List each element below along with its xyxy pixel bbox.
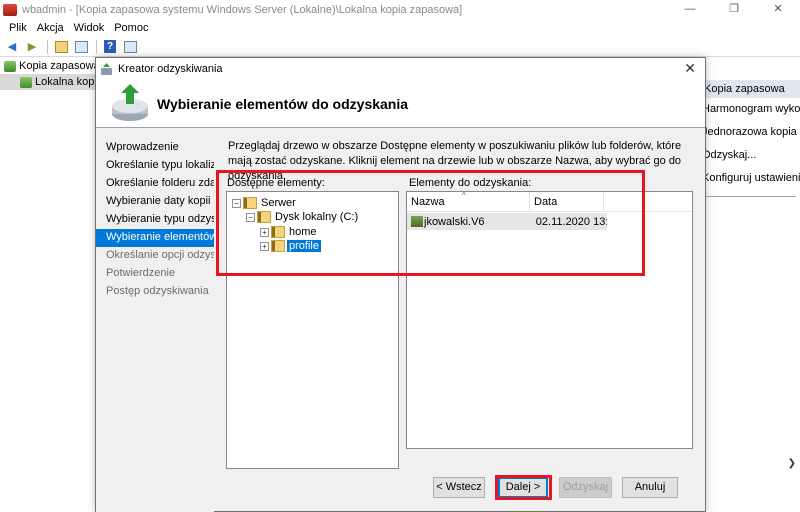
collapse-icon[interactable]: − (246, 212, 255, 222)
items-to-recover-list: Nazwa ^ Data modyfik... jkowalski.V6 02.… (406, 191, 693, 449)
back-arrow-icon[interactable]: ◀ (3, 39, 21, 55)
wizard-content: Przeglądaj drzewo w obszarze Dostępne el… (214, 129, 705, 512)
step-select-items[interactable]: Wybieranie elementów do odzyskania (96, 229, 214, 247)
column-modified[interactable]: Data modyfik... (530, 192, 604, 228)
dialog-title: Kreator odzyskiwania (118, 63, 223, 75)
properties-icon[interactable] (121, 39, 139, 55)
toolbar-separator (96, 39, 97, 54)
list-header: Nazwa ^ Data modyfik... (407, 191, 692, 228)
next-button[interactable]: Dalej > (498, 477, 548, 498)
up-folder-icon[interactable] (52, 39, 70, 55)
wizard-steps: Wprowadzenie Określanie typu lokalizacji… (96, 129, 214, 512)
actions-pane: Kopia zapasowa Harmonogram wykon... Jedn… (700, 58, 800, 512)
tree-node-label: home (289, 226, 317, 238)
toolbar: ◀ ▶ ? (0, 37, 800, 57)
menu-pomoc[interactable]: Pomoc (114, 22, 148, 34)
step-recovery-options: Określanie opcji odzyskiwania (106, 249, 214, 261)
dialog-titlebar: Kreator odzyskiwania ✕ (96, 58, 705, 80)
menu-akcja[interactable]: Akcja (37, 22, 64, 34)
step-confirmation: Potwierdzenie (106, 267, 176, 279)
step-remote-folder[interactable]: Określanie folderu zdalnego (96, 175, 214, 193)
folder-icon (271, 240, 285, 252)
tree-node-local-disk[interactable]: − Dysk lokalny (C:) (246, 210, 360, 224)
tree-item-local-backup[interactable]: Lokalna kopia (0, 74, 99, 90)
close-window-button[interactable]: ✕ (756, 0, 800, 19)
backup-icon (4, 60, 16, 72)
step-progress: Postęp odzyskiwania (106, 285, 209, 297)
action-configure[interactable]: Konfiguruj ustawienia ... (700, 167, 800, 190)
tree-item-label: Kopia zapasowa sy (19, 60, 99, 72)
show-tree-icon[interactable] (72, 39, 90, 55)
wizard-icon (101, 62, 112, 75)
item-name: jkowalski.V6 (424, 215, 485, 228)
action-recover[interactable]: Odzyskaj... (700, 144, 800, 167)
back-button[interactable]: < Wstecz (433, 477, 485, 498)
tree-item-label: Lokalna kopia (35, 76, 99, 88)
drive-icon (257, 211, 271, 223)
tree-node-home[interactable]: + home (260, 225, 319, 239)
item-date: 02.11.2020 13:... (535, 215, 607, 228)
chevron-right-icon[interactable]: ❯ (788, 458, 796, 469)
menu-bar: Plik Akcja Widok Pomoc (0, 19, 800, 36)
available-items-label: Dostępne elementy: (227, 177, 325, 189)
available-items-tree: − Serwer − Dysk lokalny (C:) + home + pr… (226, 191, 399, 469)
actions-header: Kopia zapasowa (700, 80, 800, 98)
toolbar-separator (47, 39, 48, 54)
actions-divider (700, 196, 796, 197)
wizard-page-title: Wybieranie elementów do odzyskania (157, 96, 409, 112)
wizard-header: Wybieranie elementów do odzyskania (96, 80, 705, 128)
expand-icon[interactable]: + (260, 241, 269, 251)
tree-node-label: Dysk lokalny (C:) (275, 211, 359, 223)
console-tree: Kopia zapasowa sy Lokalna kopia (0, 58, 100, 512)
step-intro[interactable]: Wprowadzenie (96, 139, 214, 157)
minimize-button[interactable]: — (668, 0, 712, 19)
collapse-icon[interactable]: − (232, 198, 241, 208)
expand-icon[interactable]: + (260, 227, 269, 237)
recover-button: Odzyskaj (559, 477, 612, 498)
column-name-label: Nazwa (411, 196, 445, 208)
step-location-type[interactable]: Określanie typu lokalizacji (96, 157, 214, 175)
maximize-button[interactable]: ❐ (712, 0, 756, 19)
step-recovery-type[interactable]: Wybieranie typu odzyskiwania (96, 211, 214, 229)
action-schedule[interactable]: Harmonogram wykon... (700, 98, 800, 121)
cancel-button[interactable]: Anuluj (622, 477, 678, 498)
folder-icon (411, 216, 423, 227)
step-backup-date[interactable]: Wybieranie daty kopii zapasowej (96, 193, 214, 211)
menu-plik[interactable]: Plik (9, 22, 27, 34)
column-name[interactable]: Nazwa ^ (407, 191, 530, 212)
tree-node-server[interactable]: − Serwer (232, 196, 298, 210)
tree-node-label: profile (287, 240, 321, 252)
tree-node-label: Serwer (261, 197, 296, 209)
recovery-drive-icon (112, 84, 148, 121)
server-icon (243, 197, 257, 209)
recovery-wizard-dialog: Kreator odzyskiwania ✕ Wybieranie elemen… (95, 57, 706, 512)
close-icon[interactable]: ✕ (684, 60, 696, 77)
app-title: wbadmin - [Kopia zapasowa systemu Window… (22, 3, 463, 16)
local-backup-icon (20, 76, 32, 88)
forward-arrow-icon[interactable]: ▶ (23, 39, 41, 55)
app-titlebar: wbadmin - [Kopia zapasowa systemu Window… (0, 0, 800, 19)
list-item[interactable]: jkowalski.V6 02.11.2020 13:... (407, 213, 607, 230)
help-icon[interactable]: ? (101, 39, 119, 55)
app-icon (3, 3, 17, 16)
window-controls: — ❐ ✕ (668, 0, 800, 19)
sort-ascending-icon: ^ (462, 191, 466, 200)
action-backup-once[interactable]: Jednorazowa kopia zap... (700, 121, 800, 144)
folder-icon (271, 226, 285, 238)
tree-node-profile[interactable]: + profile (260, 239, 321, 253)
items-to-recover-label: Elementy do odzyskania: (409, 177, 532, 189)
tree-item-backup[interactable]: Kopia zapasowa sy (0, 58, 99, 74)
menu-widok[interactable]: Widok (74, 22, 105, 34)
